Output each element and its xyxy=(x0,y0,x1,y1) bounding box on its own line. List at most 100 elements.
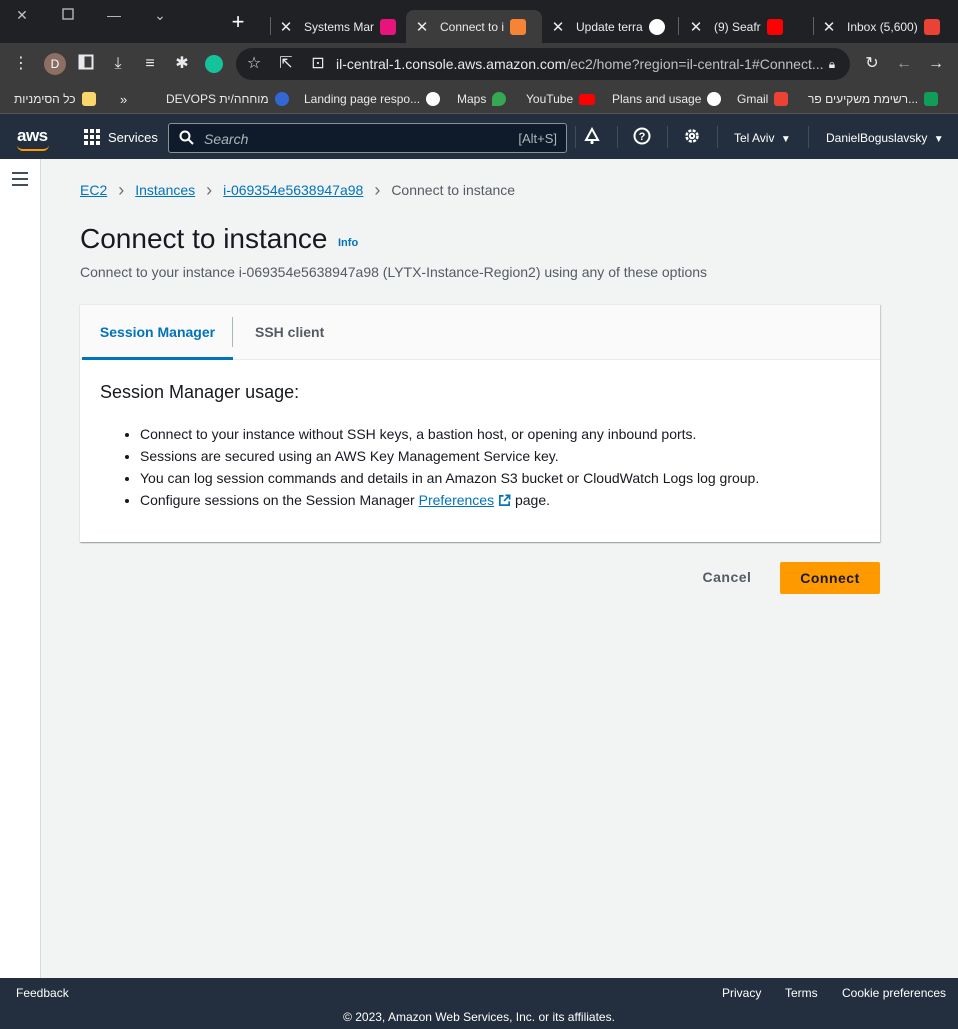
bookmarks-bar: כל הסימניות » DEVOPS מוחחה/ית Landing pa… xyxy=(0,85,958,114)
breadcrumb-current: Connect to instance xyxy=(391,182,516,198)
profile-avatar[interactable]: D xyxy=(44,53,66,75)
address-bar[interactable]: ☆ ⇱ ⊡ il-central-1.console.aws.amazon.co… xyxy=(236,48,850,80)
browser-tab[interactable]: ✕ Inbox (5,600) xyxy=(813,10,953,43)
preferences-link[interactable]: Preferences xyxy=(419,492,511,508)
terms-link[interactable]: Terms xyxy=(785,986,818,1000)
info-link[interactable]: Info xyxy=(338,237,358,249)
extensions-icon[interactable]: ✱ xyxy=(172,54,192,74)
cloudshell-icon[interactable] xyxy=(582,126,602,147)
search-input[interactable]: Search [Alt+S] xyxy=(168,123,567,153)
github-favicon-icon xyxy=(648,18,665,35)
reload-icon[interactable]: ↻ xyxy=(862,54,882,74)
privacy-link[interactable]: Privacy xyxy=(722,986,761,1000)
bookmark-label: YouTube xyxy=(526,92,574,106)
breadcrumb-instance-id-link[interactable]: i-069354e5638947a98 xyxy=(223,182,363,198)
lock-icon[interactable]: 🔒︎ xyxy=(822,54,842,74)
cookie-preferences-link[interactable]: Cookie preferences xyxy=(842,986,946,1000)
bookmark-maps[interactable]: Maps xyxy=(457,92,507,106)
url-host: il-central-1.console.aws.amazon.com xyxy=(336,56,567,72)
page-subtitle: Connect to your instance i-069354e563894… xyxy=(80,264,708,280)
window-close-icon[interactable]: ✕ xyxy=(12,7,32,23)
region-label: Tel Aviv xyxy=(734,131,775,145)
aws-logo-smile-icon xyxy=(17,145,49,151)
gmail-icon xyxy=(774,92,789,106)
tab-title: (9) Seafr xyxy=(714,19,761,34)
region-selector[interactable]: Tel Aviv ▼ xyxy=(734,131,791,145)
bookmark-hebrew-sheet[interactable]: רשימת משקיעים פר... xyxy=(808,92,939,106)
browser-tab-active[interactable]: ✕ Connect to i xyxy=(406,10,542,43)
aws-top-nav: aws Services Search [Alt+S] ? Tel Aviv ▼… xyxy=(0,114,958,159)
search-icon xyxy=(179,130,195,146)
bookmark-plans-usage[interactable]: Plans and usage xyxy=(612,92,722,106)
maps-pin-icon xyxy=(492,92,507,106)
forward-arrow-icon[interactable]: → xyxy=(926,54,946,74)
list-item: Sessions are secured using an AWS Key Ma… xyxy=(140,445,759,467)
feedback-link[interactable]: Feedback xyxy=(16,986,69,1000)
bookmark-all-folder[interactable]: כל הסימניות xyxy=(14,92,96,106)
bookmark-landing-page[interactable]: Landing page respo... xyxy=(304,92,441,106)
console-footer: Feedback Privacy Terms Cookie preference… xyxy=(0,978,958,1029)
breadcrumb-ec2-link[interactable]: EC2 xyxy=(80,182,107,198)
bookmark-gmail[interactable]: Gmail xyxy=(737,92,789,106)
cancel-button[interactable]: Cancel xyxy=(689,561,765,593)
ec2-favicon-icon xyxy=(510,18,527,35)
search-shortcut-hint: [Alt+S] xyxy=(518,131,557,146)
tab-title: Connect to i xyxy=(440,19,505,34)
list-item-text: page. xyxy=(511,492,551,508)
connect-button[interactable]: Connect xyxy=(780,562,880,594)
nav-divider xyxy=(667,126,668,148)
close-tab-icon[interactable]: ✕ xyxy=(688,18,704,36)
close-tab-icon[interactable]: ✕ xyxy=(550,18,566,36)
download-icon[interactable]: ⤓ xyxy=(108,54,128,74)
account-menu[interactable]: DanielBoguslavsky ▼ xyxy=(826,131,944,145)
help-icon[interactable]: ? xyxy=(632,127,652,147)
new-tab-button[interactable]: + xyxy=(228,11,248,33)
bookmark-label: DEVOPS מוחחה/ית xyxy=(166,92,269,106)
close-tab-icon[interactable]: ✕ xyxy=(414,18,430,36)
youtube-favicon-icon xyxy=(766,18,783,35)
back-arrow-icon[interactable]: ← xyxy=(894,54,914,74)
main-content: EC2 › Instances › i-069354e5638947a98 › … xyxy=(41,159,958,978)
tab-title: Inbox (5,600) xyxy=(847,19,918,34)
close-tab-icon[interactable]: ✕ xyxy=(821,18,837,36)
services-grid-icon[interactable] xyxy=(84,129,100,145)
sidebar-panel-icon[interactable] xyxy=(76,54,96,74)
caret-down-icon: ▼ xyxy=(933,134,944,145)
url-path: /ec2/home?region=il-central-1#Connect... xyxy=(566,56,824,72)
site-info-icon[interactable]: ⊡ xyxy=(308,54,328,74)
tab-title: Systems Mar xyxy=(304,19,375,34)
nav-divider xyxy=(808,126,809,148)
copyright-text: © 2023, Amazon Web Services, Inc. or its… xyxy=(343,1010,615,1024)
url-text[interactable]: il-central-1.console.aws.amazon.com/ec2/… xyxy=(336,56,824,72)
external-link-icon xyxy=(499,494,511,506)
reading-list-icon[interactable]: ≡ xyxy=(140,54,160,74)
window-maximize-icon[interactable] xyxy=(58,7,78,23)
bookmark-devops[interactable]: DEVOPS מוחחה/ית xyxy=(166,92,289,106)
bookmark-youtube[interactable]: YouTube xyxy=(526,92,596,106)
breadcrumb-instances-link[interactable]: Instances xyxy=(135,182,195,198)
hamburger-menu-icon[interactable] xyxy=(12,172,28,186)
tab-search-chevron-icon[interactable]: ⌄ xyxy=(150,7,170,23)
tab-session-manager[interactable]: Session Manager xyxy=(82,305,233,360)
tab-divider xyxy=(678,17,679,35)
tab-ssh-client[interactable]: SSH client xyxy=(255,305,324,360)
browser-tab[interactable]: ✕ (9) Seafr xyxy=(680,10,810,43)
close-tab-icon[interactable]: ✕ xyxy=(278,18,294,36)
bookmark-label: Plans and usage xyxy=(612,92,702,106)
nav-divider xyxy=(617,126,618,148)
grammarly-extension-icon[interactable] xyxy=(205,55,223,73)
bookmarks-overflow-chevron-icon[interactable]: » xyxy=(120,92,127,107)
browser-menu-icon[interactable]: ⋮ xyxy=(11,54,31,74)
browser-tab[interactable]: ✕ Update terra xyxy=(542,10,676,43)
bookmark-star-icon[interactable]: ☆ xyxy=(244,54,264,74)
window-minimize-icon[interactable]: — xyxy=(104,7,124,23)
bookmark-label: Landing page respo... xyxy=(304,92,421,106)
usage-list: Connect to your instance without SSH key… xyxy=(140,423,759,511)
aws-logo[interactable]: aws xyxy=(17,126,48,146)
browser-tab[interactable]: ✕ Systems Mar xyxy=(270,10,404,43)
settings-gear-icon[interactable] xyxy=(682,127,702,147)
account-name: DanielBoguslavsky xyxy=(826,131,928,145)
services-menu-button[interactable]: Services xyxy=(108,130,158,145)
globe-icon xyxy=(426,92,441,106)
share-icon[interactable]: ⇱ xyxy=(276,54,296,74)
